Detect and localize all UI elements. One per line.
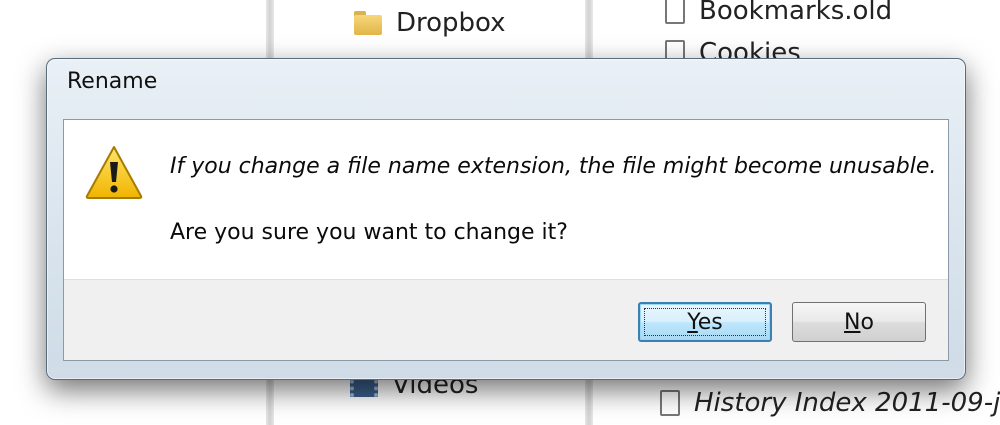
dialog-title: Rename <box>67 69 158 94</box>
yes-button-label: Yes <box>687 309 723 335</box>
nav-item-label: Dropbox <box>396 8 506 38</box>
message-area: If you change a file name extension, the… <box>64 120 948 282</box>
rename-dialog: Rename If you change a file name extensi… <box>46 58 966 380</box>
button-bar: Yes No <box>64 279 948 360</box>
file-item-history-index[interactable]: History Index 2011-09-jour <box>660 388 1000 418</box>
message-text: If you change a file name extension, the… <box>170 154 937 179</box>
confirmation-question: Are you sure you want to change it? <box>170 220 568 245</box>
folder-icon <box>354 11 382 35</box>
document-icon <box>660 390 680 416</box>
file-item-label: Bookmarks.old <box>699 0 893 26</box>
warning-icon <box>85 146 143 199</box>
no-button[interactable]: No <box>792 302 926 342</box>
yes-button[interactable]: Yes <box>638 302 772 342</box>
screen: Dropbox Videos Bookmarks.old Cookies His… <box>0 0 1000 425</box>
warning-message: If you change a file name extension, the… <box>170 154 936 179</box>
dialog-body: If you change a file name extension, the… <box>63 119 949 361</box>
document-icon <box>665 0 685 24</box>
file-item-bookmarks[interactable]: Bookmarks.old <box>665 0 892 26</box>
nav-item-dropbox[interactable]: Dropbox <box>354 8 506 38</box>
no-button-label: No <box>844 309 874 335</box>
file-item-label: History Index 2011-09-jour <box>694 388 1000 418</box>
